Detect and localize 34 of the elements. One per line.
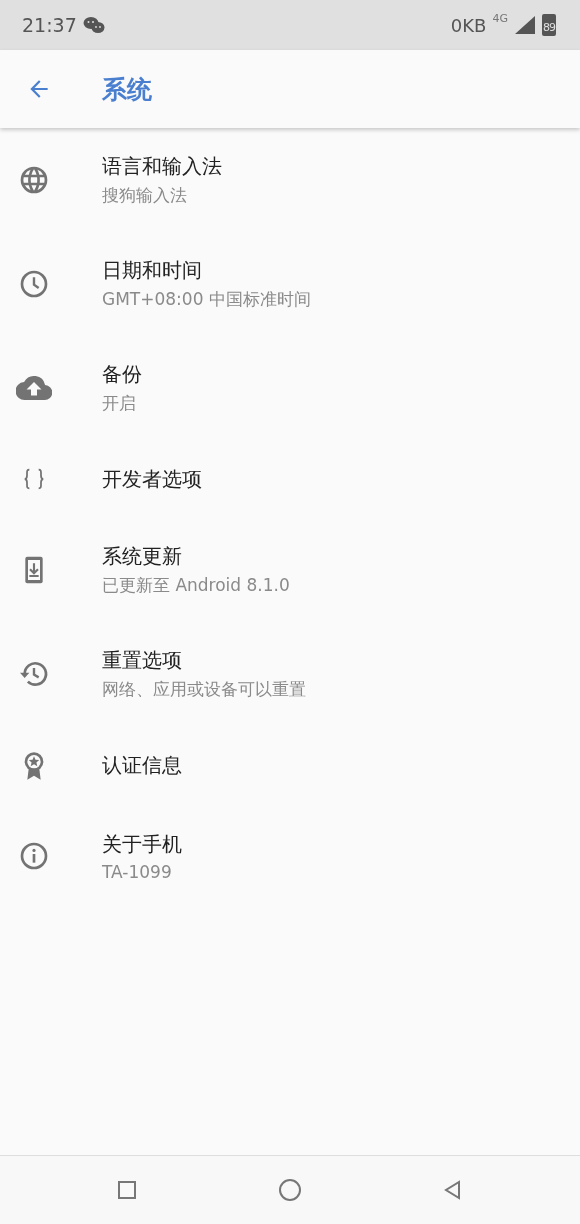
settings-item[interactable]: 日期和时间 GMT+08:00 中国标准时间 bbox=[0, 232, 580, 336]
signal-icon bbox=[514, 15, 536, 35]
item-title: 认证信息 bbox=[102, 751, 182, 779]
network-type: 4G bbox=[492, 12, 508, 25]
item-title: 语言和输入法 bbox=[102, 153, 222, 180]
item-subtitle: 搜狗输入法 bbox=[102, 184, 188, 207]
clock-icon bbox=[18, 268, 50, 300]
item-subtitle: 开启 bbox=[102, 392, 137, 415]
battery-icon: 89 bbox=[542, 14, 556, 36]
settings-item[interactable]: 备份 开启 bbox=[0, 336, 580, 440]
item-subtitle: TA-1099 bbox=[102, 861, 173, 882]
recents-square-icon[interactable] bbox=[116, 1179, 138, 1201]
item-subtitle: 已更新至 Android 8.1.0 bbox=[102, 574, 290, 597]
settings-item[interactable]: 语言和输入法 搜狗输入法 bbox=[0, 128, 580, 232]
item-title: 开发者选项 bbox=[102, 465, 202, 493]
home-circle-icon[interactable] bbox=[278, 1178, 302, 1202]
settings-item[interactable]: 重置选项 网络、应用或设备可以重置 bbox=[0, 622, 580, 726]
settings-item[interactable]: 认证信息 bbox=[0, 726, 580, 804]
item-title: 系统更新 bbox=[102, 543, 183, 570]
settings-item[interactable]: 关于手机 TA-1099 bbox=[0, 804, 580, 908]
item-title: 备份 bbox=[102, 361, 142, 388]
item-title: 日期和时间 bbox=[102, 257, 203, 284]
item-subtitle: GMT+08:00 中国标准时间 bbox=[102, 288, 311, 311]
settings-item[interactable]: 系统更新 已更新至 Android 8.1.0 bbox=[0, 518, 580, 622]
data-rate: 0KB bbox=[450, 14, 487, 36]
item-title: 关于手机 bbox=[102, 830, 182, 858]
item-subtitle: 网络、应用或设备可以重置 bbox=[102, 678, 306, 701]
page-title: 系统 bbox=[102, 73, 152, 106]
settings-item[interactable]: 开发者选项 bbox=[0, 440, 580, 518]
chat-bubbles-icon bbox=[82, 16, 105, 34]
status-time: 21:37 bbox=[22, 14, 77, 36]
info-icon bbox=[18, 840, 50, 872]
item-title: 重置选项 bbox=[102, 647, 183, 674]
globe-icon bbox=[18, 164, 50, 196]
